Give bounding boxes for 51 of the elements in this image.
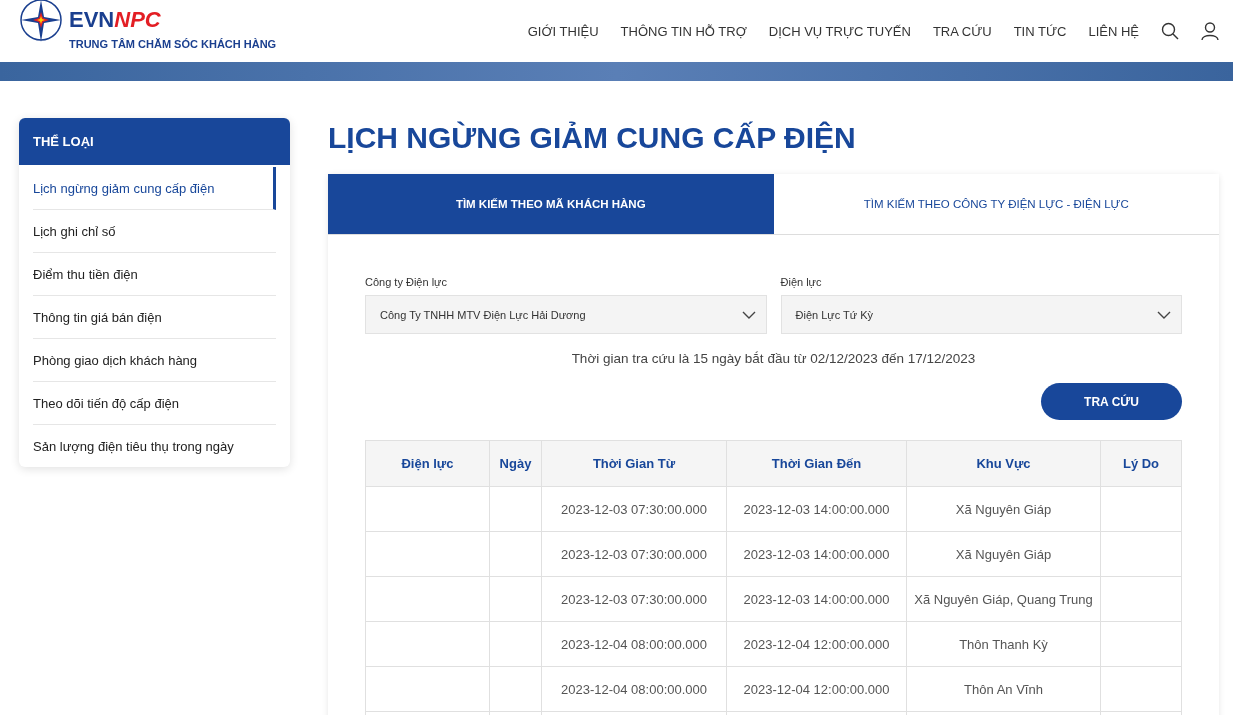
table-cell: 2023-12-03 07:30:00.000	[541, 576, 727, 622]
search-icon[interactable]	[1161, 22, 1179, 40]
user-icon[interactable]	[1201, 22, 1219, 40]
field-label: Công ty Điện lực	[365, 276, 448, 288]
column-header: Ngày	[489, 440, 542, 487]
brand-logo-text: EVNNPC	[69, 8, 162, 32]
chevron-down-icon	[741, 310, 756, 319]
sidebar-item[interactable]: Điểm thu tiền điện	[33, 253, 276, 296]
column-header: Điện lực	[365, 440, 490, 487]
nav-link[interactable]: TRA CỨU	[932, 23, 992, 39]
table-cell: Xã Nguyên Giáp	[906, 531, 1101, 577]
sidebar-item[interactable]: Lịch ghi chỉ số	[33, 210, 276, 253]
sidebar-item[interactable]: Lịch ngừng giảm cung cấp điện	[33, 167, 276, 210]
column-header: Lý Do	[1100, 440, 1182, 487]
search-tab[interactable]: TÌM KIẾM THEO CÔNG TY ĐIỆN LỰC - ĐIỆN LỰC	[773, 174, 1219, 234]
column-header: Thời Gian Đến	[726, 440, 907, 487]
select-field[interactable]: Điện Lực Tứ Kỳ	[780, 295, 1182, 334]
table-cell: Thôn Thanh Kỳ	[906, 621, 1101, 667]
table-cell: 2023-12-04 08:00:00.000	[541, 666, 727, 712]
table-cell: 2023-12-04 12:00:00.000	[726, 666, 907, 712]
sidebar-item[interactable]: Sản lượng điện tiêu thụ trong ngày	[33, 425, 276, 467]
compass-star-logo-icon	[19, 0, 63, 44]
logo-tagline: TRUNG TÂM CHĂM SÓC KHÁCH HÀNG	[69, 38, 277, 50]
sidebar-title: THỂ LOẠI	[19, 118, 290, 165]
table-cell: 2023-12-03 07:30:00.000	[541, 531, 727, 577]
sidebar-item[interactable]: Thông tin giá bán điện	[33, 296, 276, 339]
table-cell: 2023-12-04 08:00:00.000	[541, 621, 727, 667]
nav-link[interactable]: LIÊN HỆ	[1088, 23, 1139, 39]
nav-link[interactable]: GIỚI THIỆU	[527, 23, 599, 39]
sidebar-item[interactable]: Theo dõi tiến độ cấp điện	[33, 382, 276, 425]
column-header: Khu Vực	[906, 440, 1101, 487]
sidebar-item[interactable]: Phòng giao dịch khách hàng	[33, 339, 276, 382]
column-header: Thời Gian Từ	[541, 440, 727, 487]
table-cell: 2023-12-03 14:00:00.000	[726, 486, 907, 532]
table-cell: 2023-12-04 12:00:00.000	[726, 621, 907, 667]
field-label: Điện lực	[780, 276, 823, 288]
table-cell: 2023-12-03 07:30:00.000	[541, 486, 727, 532]
page-title: LỊCH NGỪNG GIẢM CUNG CẤP ĐIỆN	[328, 120, 857, 156]
nav-link[interactable]: DỊCH VỤ TRỰC TUYẾN	[768, 23, 911, 39]
select-field[interactable]: Công Ty TNHH MTV Điện Lực Hải Dương	[365, 295, 767, 334]
nav-link[interactable]: TIN TỨC	[1013, 23, 1067, 39]
chevron-down-icon	[1157, 310, 1171, 319]
table-cell: Xã Nguyên Giáp	[906, 486, 1101, 532]
nav-link[interactable]: THÔNG TIN HỖ TRỢ	[620, 23, 747, 39]
table-cell: 2023-12-03 14:00:00.000	[726, 576, 907, 622]
search-period-note: Thời gian tra cứu là 15 ngày bắt đầu từ 02/12/2023 đến 17/12/2023	[570, 351, 977, 366]
table-cell: Xã Nguyên Giáp, Quang Trung	[906, 576, 1101, 622]
search-button[interactable]: TRA CỨU	[1041, 383, 1182, 420]
table-cell: 2023-12-03 14:00:00.000	[726, 531, 907, 577]
table-cell: Thôn An Vĩnh	[906, 666, 1101, 712]
search-tab[interactable]: TÌM KIẾM THEO MÃ KHÁCH HÀNG	[328, 174, 774, 234]
